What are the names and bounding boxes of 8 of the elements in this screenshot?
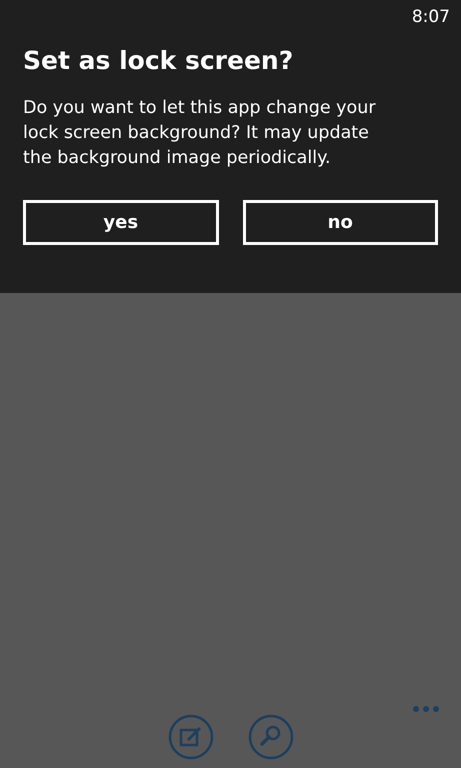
search-button[interactable] <box>248 714 294 760</box>
clock-time: 8:07 <box>412 6 450 29</box>
edit-button[interactable] <box>168 714 214 760</box>
no-button[interactable]: no <box>242 200 438 245</box>
more-button[interactable] <box>413 706 439 712</box>
dialog-message: Do you want to let this app change your lock screen background? It may update the background image periodically. <box>23 96 377 170</box>
yes-button[interactable]: yes <box>23 200 218 245</box>
dialog-title: Set as lock screen? <box>23 44 294 76</box>
